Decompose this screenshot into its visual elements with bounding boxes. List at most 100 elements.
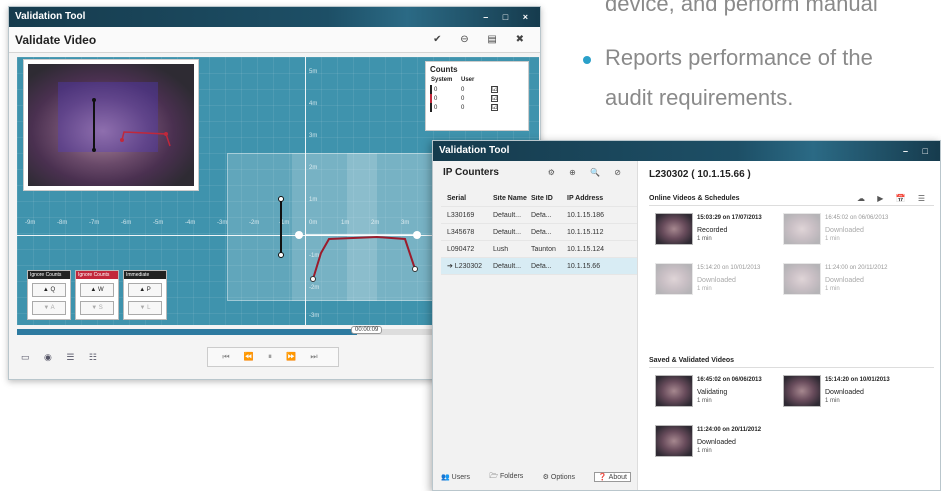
ip-counters-window: Validation Tool – □ IP Counters ⚙ ⊕ 🔍 ⊘ …: [432, 140, 941, 491]
bullet-dot: [583, 56, 591, 64]
device-list-panel: IP Counters ⚙ ⊕ 🔍 ⊘ Serial Site Name Sit…: [433, 161, 638, 490]
serial-cell: L090472: [447, 245, 475, 253]
bottom-nav: 👥 Users 🗁 Folders ⚙ Options ❓ About: [441, 470, 631, 484]
column-header[interactable]: Site ID: [531, 195, 563, 202]
timeline-progress: [17, 329, 357, 335]
counts-table: System User 0 0 ☑ 0 0 ☑ 0 0 ☑: [430, 74, 521, 112]
online-section-title: Online Videos & Schedules: [649, 195, 740, 202]
device-title: L230302 ( 10.1.15.66 ): [649, 169, 751, 180]
video-thumbnail: [783, 375, 821, 407]
window-controls[interactable]: – □: [903, 141, 934, 161]
online-section-toolbar[interactable]: ☁ ▶ 📅 ☰: [857, 194, 930, 203]
video-thumbnail: [655, 425, 693, 457]
ip-address-cell: 10.1.15.112: [567, 228, 604, 236]
table-row[interactable]: L090472 Lush Taunton 10.1.15.124: [441, 241, 637, 258]
saved-video-tile[interactable]: 15:14:20 on 10/01/2013 Downloaded 1 min: [783, 375, 908, 411]
ip-address-cell: 10.1.15.124: [567, 245, 604, 253]
site-id-cell: Defa...: [531, 211, 552, 219]
window-titlebar: Validation Tool – □: [433, 141, 940, 161]
users-button[interactable]: 👥 Users: [441, 473, 470, 481]
video-duration: 1 min: [697, 286, 712, 292]
video-tile[interactable]: 15:14:20 on 10/01/2013 Downloaded 1 min: [655, 263, 780, 299]
serial-cell: L330169: [447, 211, 475, 219]
video-timestamp: 16:45:02 on 06/06/2013: [697, 377, 762, 383]
panel-title: IP Counters: [443, 167, 499, 178]
video-tile[interactable]: 16:45:02 on 06/06/2013 Downloaded 1 min: [783, 213, 908, 249]
key-panel: Ignore Counts ▲ Q ▼ A: [27, 270, 71, 320]
key-panel-label: Immediate: [124, 271, 166, 279]
bullet-text-3: audit requirements.: [605, 85, 794, 110]
video-status: Downloaded: [697, 439, 736, 446]
ip-address-cell: 10.1.15.66: [567, 262, 601, 270]
video-duration: 1 min: [697, 236, 712, 242]
window-controls[interactable]: – □ ×: [483, 7, 534, 27]
table-row[interactable]: L330169 Default... Defa... 10.1.15.186: [441, 207, 637, 224]
count-checkbox[interactable]: ☑: [491, 104, 498, 111]
counts-panel: Counts System User 0 0 ☑ 0 0 ☑ 0 0 ☑: [425, 61, 529, 131]
count-down-button[interactable]: ▼ S: [80, 301, 114, 315]
table-row-selected[interactable]: ➔ L230302 Default... Defa... 10.1.15.66: [441, 258, 637, 275]
saved-video-tile[interactable]: 16:45:02 on 06/06/2013 Validating 1 min: [655, 375, 780, 411]
counts-row: 0 0 ☑: [430, 94, 521, 103]
tracking-handle: [310, 276, 316, 282]
video-duration: 1 min: [697, 448, 712, 454]
site-name-cell: Lush: [493, 245, 509, 253]
camera-thumbnail: [23, 59, 199, 191]
panel-toolbar[interactable]: ⚙ ⊕ 🔍 ⊘: [548, 168, 627, 177]
site-id-cell: Defa...: [531, 228, 552, 236]
counts-row: 0 0 ☑: [430, 103, 521, 112]
device-list-header: IP Counters ⚙ ⊕ 🔍 ⊘: [433, 161, 637, 183]
serial-cell: L345678: [447, 228, 475, 236]
about-button[interactable]: ❓ About: [594, 472, 631, 482]
table-header: Serial Site Name Site ID IP Address: [441, 191, 637, 207]
table-row[interactable]: L345678 Default... Defa... 10.1.15.112: [441, 224, 637, 241]
site-name-cell: Default...: [493, 228, 522, 236]
count-up-button[interactable]: ▲ P: [128, 283, 162, 297]
tracking-path: [312, 235, 416, 280]
video-status: Validating: [697, 389, 728, 396]
video-thumbnail: [783, 213, 821, 245]
header-toolbar[interactable]: ✔ ⊖ ▤ ✖: [433, 34, 532, 45]
tracking-handle: [278, 252, 284, 258]
tracking-handle: [412, 266, 418, 272]
count-line-handle: [295, 231, 303, 239]
key-panel-label: Ignore Counts: [76, 271, 118, 279]
column-header[interactable]: IP Address: [563, 195, 625, 202]
user-count: 0: [461, 86, 465, 93]
count-down-button[interactable]: ▼ L: [128, 301, 162, 315]
folders-button[interactable]: 🗁 Folders: [489, 472, 523, 483]
divider: [649, 367, 934, 368]
site-id-cell: Defa...: [531, 262, 552, 270]
video-duration: 1 min: [697, 398, 712, 404]
saved-video-tile[interactable]: 11:24:00 on 20/11/2012 Downloaded 1 min: [655, 425, 780, 461]
count-up-button[interactable]: ▲ W: [80, 283, 114, 297]
video-status: Recorded: [697, 227, 728, 234]
count-down-button[interactable]: ▼ A: [32, 301, 66, 315]
video-thumbnail: [783, 263, 821, 295]
video-duration: 1 min: [825, 236, 840, 242]
key-panel-label: Ignore Counts: [28, 271, 70, 279]
options-button[interactable]: ⚙ Options: [543, 473, 575, 481]
app-title: Validation Tool: [439, 145, 510, 156]
site-name-cell: Default...: [493, 211, 522, 219]
bullet-text-2: Reports performance of the: [605, 45, 873, 70]
video-timestamp: 15:14:20 on 10/01/2013: [825, 377, 890, 383]
video-tile[interactable]: 11:24:00 on 20/11/2012 Downloaded 1 min: [783, 263, 908, 299]
bottom-toolbar[interactable]: ▭ ◉ ☰ ☷: [21, 352, 103, 363]
video-status: Downloaded: [825, 277, 864, 284]
column-header[interactable]: Site Name: [493, 195, 531, 202]
count-checkbox[interactable]: ☑: [491, 86, 498, 93]
video-thumbnail: [655, 375, 693, 407]
column-header: System: [431, 76, 453, 83]
count-up-button[interactable]: ▲ Q: [32, 283, 66, 297]
player-controls[interactable]: ⏮ ⏪ ⏸ ⏩ ⏭: [207, 347, 339, 367]
saved-section-title: Saved & Validated Videos: [649, 357, 735, 364]
column-header[interactable]: Serial: [441, 195, 493, 202]
site-name-cell: Default...: [493, 262, 522, 270]
count-checkbox[interactable]: ☑: [491, 95, 498, 102]
device-detail-panel: L230302 ( 10.1.15.66 ) Online Videos & S…: [643, 161, 940, 490]
timeline-marker[interactable]: 00:00:09: [351, 326, 383, 334]
window-titlebar: Validation Tool – □ ×: [9, 7, 540, 27]
video-status: Downloaded: [825, 227, 864, 234]
video-tile[interactable]: 15:03:29 on 17/07/2013 Recorded 1 min: [655, 213, 780, 249]
